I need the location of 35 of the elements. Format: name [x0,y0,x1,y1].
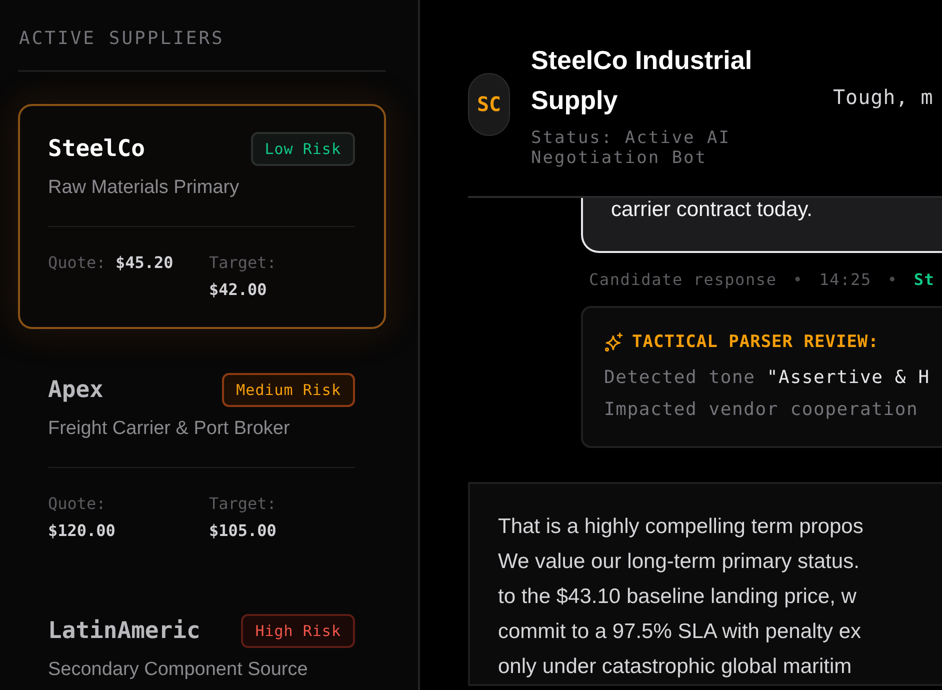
target-value: $42.00 [209,280,267,299]
review-text: Detected tone "Assertive & H Impacted vendor cooperation [604,366,931,422]
review-title: TACTICAL PARSER REVIEW: [632,331,879,354]
message-time: 14:25 [819,269,872,291]
supplier-name: SteelCo [48,136,145,162]
supplier-name: Apex [48,377,104,403]
reply-message: That is a highly compelling term propos We value our long-term primary status. to the $43.10 baseline landing price, w commit to a 97.5% SLA with penalty ex only under catastrophic global maritim [468,482,942,686]
risk-badge: Medium Risk [222,373,355,407]
risk-badge: High Risk [241,614,355,648]
quote-label: Quote: [48,253,106,272]
supplier-title: SteelCo Industrial Supply [531,44,754,117]
quote-label: Quote: [48,494,106,513]
supplier-name: LatinAmeric [48,618,200,644]
supplier-card[interactable]: Apex Medium Risk Freight Carrier & Port Broker Quote: $120.00 Target: $105.00 [18,345,386,570]
supplier-card[interactable]: LatinAmeric High Risk Secondary Component Source [18,586,386,690]
supplier-category: Raw Materials Primary [48,177,240,199]
supplier-avatar: SC [468,72,510,136]
risk-badge: Low Risk [250,132,355,166]
target-label: Target: [209,494,276,513]
status-label: St [914,269,935,291]
message-bubble: carrier contract today. [581,198,942,253]
quote-value: $120.00 [48,521,116,540]
status-text: Status: Active AI Negotiation Bot [531,128,732,168]
sparkle-icon [604,332,624,352]
target-value: $105.00 [209,521,276,540]
section-heading: ACTIVE SUPPLIERS [18,27,226,51]
supplier-card[interactable]: SteelCo Low Risk Raw Materials Primary Quote: $45.20 Target: $42.00 [18,104,386,329]
bullet-separator: • [887,269,898,291]
supplier-category: Freight Carrier & Port Broker [48,418,291,440]
sender-label: Candidate response [589,269,777,291]
quote-value: $45.20 [115,253,174,272]
target-label: Target: [209,253,276,272]
header-note: Tough, m [833,85,934,109]
bullet-separator: • [792,269,804,291]
supplier-category: Secondary Component Source [48,659,309,681]
